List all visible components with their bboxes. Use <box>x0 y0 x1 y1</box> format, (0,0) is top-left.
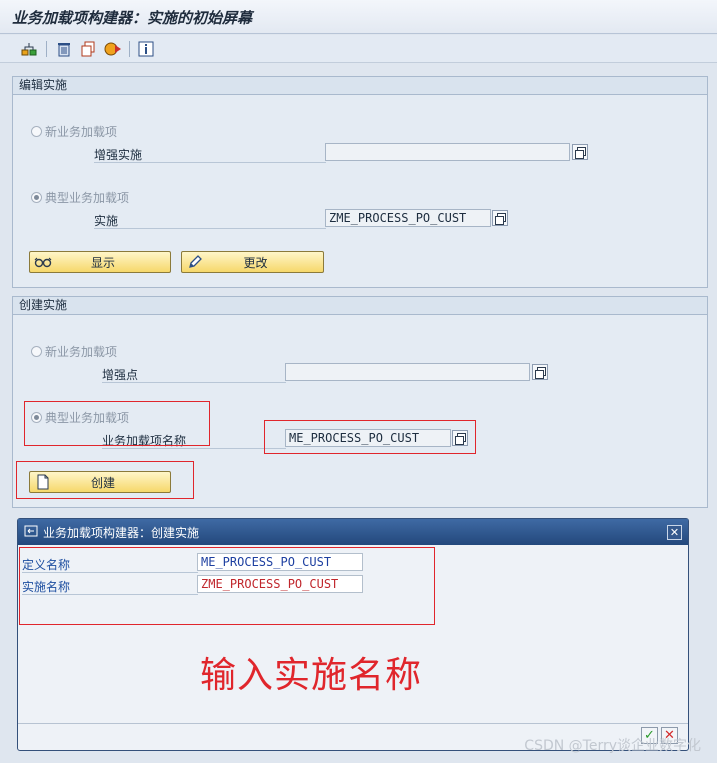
value-help-icon[interactable] <box>532 364 548 380</box>
toolbar-separator <box>129 41 130 57</box>
radio-new-badi-create[interactable]: 新业务加载项 <box>31 343 117 360</box>
radio-label: 新业务加载项 <box>45 345 118 359</box>
group-header: 创建实施 <box>13 297 707 315</box>
dialog-title: 业务加载项构建器：创建实施 <box>43 525 200 540</box>
radio-indicator[interactable] <box>31 346 42 357</box>
label-underline <box>102 448 286 449</box>
copy-icon[interactable] <box>79 40 97 58</box>
close-icon[interactable]: ✕ <box>667 525 682 540</box>
pencil-icon <box>182 254 208 270</box>
value-help-icon[interactable] <box>452 430 468 446</box>
radio-indicator[interactable] <box>31 192 42 203</box>
implementation-name-label: 实施名称 <box>22 580 71 594</box>
label-underline <box>94 162 326 163</box>
radio-indicator[interactable] <box>31 412 42 423</box>
annotation-text: 输入实施名称 <box>200 655 423 696</box>
definition-name-label: 定义名称 <box>22 558 71 572</box>
group-header: 编辑实施 <box>13 77 707 95</box>
radio-label: 新业务加载项 <box>45 125 118 139</box>
display-button[interactable]: 显示 <box>29 251 171 273</box>
impl-label: 实施 <box>94 214 119 228</box>
button-label: 更改 <box>243 255 268 270</box>
implementation-name-field[interactable]: ZME_PROCESS_PO_CUST <box>197 575 363 593</box>
definition-name-field[interactable]: ME_PROCESS_PO_CUST <box>197 553 363 571</box>
window-title: 业务加载项构建器：实施的初始屏幕 <box>12 9 253 27</box>
radio-classic-badi-edit[interactable]: 典型业务加载项 <box>31 189 129 206</box>
new-document-icon <box>30 474 56 490</box>
glasses-icon <box>30 256 56 268</box>
button-label: 创建 <box>90 475 115 490</box>
radio-classic-badi-create[interactable]: 典型业务加载项 <box>31 409 129 426</box>
label-underline <box>102 382 286 383</box>
application-toolbar <box>0 35 717 63</box>
value-help-icon[interactable] <box>492 210 508 226</box>
enh-spot-field[interactable] <box>285 363 530 381</box>
radio-label: 典型业务加载项 <box>45 191 130 205</box>
info-icon[interactable] <box>137 40 155 58</box>
enh-impl-label: 增强实施 <box>94 148 143 162</box>
watermark: CSDN @Terry谈企业数字化 <box>524 738 701 754</box>
delete-icon[interactable] <box>55 40 73 58</box>
label-underline <box>22 594 198 595</box>
change-button[interactable]: 更改 <box>181 251 324 273</box>
value-help-icon[interactable] <box>572 144 588 160</box>
title-bar: 业务加载项构建器：实施的初始屏幕 <box>0 0 717 34</box>
badi-name-field[interactable]: ME_PROCESS_PO_CUST <box>285 429 451 447</box>
radio-new-badi-edit[interactable]: 新业务加载项 <box>31 123 117 140</box>
toolbar-separator <box>46 41 47 57</box>
radio-label: 典型业务加载项 <box>45 411 130 425</box>
button-label: 显示 <box>90 255 115 270</box>
label-underline <box>22 572 198 573</box>
enh-spot-label: 增强点 <box>102 368 139 382</box>
impl-name-field[interactable]: ZME_PROCESS_PO_CUST <box>325 209 491 227</box>
label-underline <box>94 228 326 229</box>
activate-icon[interactable] <box>104 40 122 58</box>
badi-name-label: 业务加载项名称 <box>102 434 187 448</box>
dialog-footer-divider <box>18 723 688 724</box>
radio-indicator[interactable] <box>31 126 42 137</box>
dialog-title-bar: 业务加载项构建器：创建实施 <box>18 519 688 545</box>
hierarchy-icon[interactable] <box>20 40 38 58</box>
dialog-window-icon <box>24 525 38 540</box>
create-button[interactable]: 创建 <box>29 471 171 493</box>
enh-impl-field[interactable] <box>325 143 570 161</box>
